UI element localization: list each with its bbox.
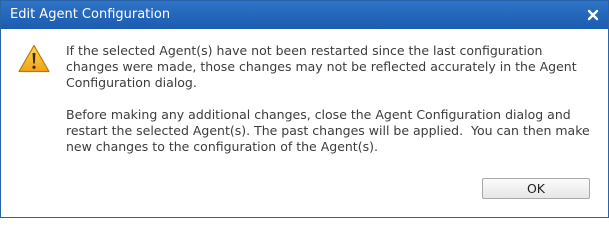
dialog-titlebar: Edit Agent Configuration bbox=[1, 1, 608, 29]
message-paragraph-2: Before making any additional changes, cl… bbox=[66, 107, 594, 154]
dialog-message: If the selected Agent(s) have not been r… bbox=[66, 43, 596, 171]
dialog-content: If the selected Agent(s) have not been r… bbox=[1, 29, 608, 217]
message-paragraph-1: If the selected Agent(s) have not been r… bbox=[66, 43, 581, 90]
ok-button[interactable]: OK bbox=[482, 178, 590, 199]
dialog-title: Edit Agent Configuration bbox=[10, 7, 171, 22]
close-icon bbox=[587, 9, 599, 21]
close-button[interactable] bbox=[582, 4, 604, 26]
warning-triangle-icon bbox=[18, 44, 50, 73]
edit-agent-configuration-dialog: Edit Agent Configuration If the selected… bbox=[0, 0, 609, 218]
